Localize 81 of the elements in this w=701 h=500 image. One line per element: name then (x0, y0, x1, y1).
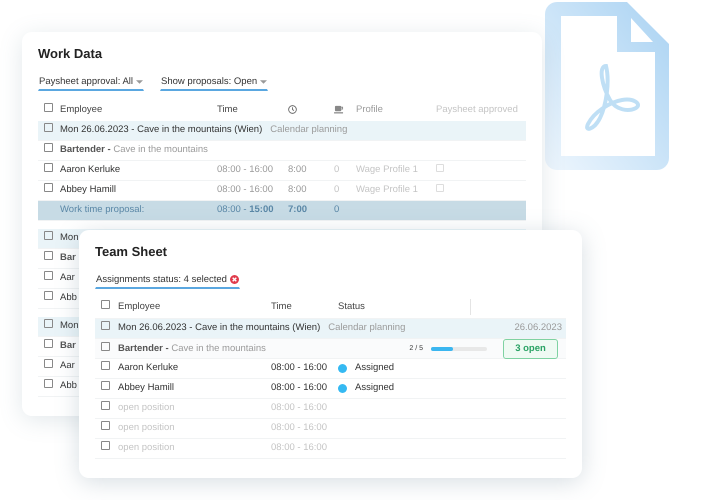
checkbox[interactable] (44, 102, 53, 112)
filter-dropdown[interactable]: Paysheet approval: All (38, 74, 144, 91)
group-heading: Mon 26.06.2023 - Cave in the mountains (Wien) (118, 321, 320, 336)
time-cell-text: 08:00 - 16:00 (271, 401, 328, 416)
column-header: Profile (356, 102, 384, 117)
clock-icon (288, 104, 297, 114)
checkbox[interactable] (44, 143, 53, 152)
group-heading: Mon (60, 320, 78, 332)
coffee-cup-icon (334, 104, 344, 114)
hours-cell-text: 8:00 (288, 163, 308, 178)
employee-name: Aar (60, 360, 75, 372)
checkbox[interactable] (101, 361, 110, 370)
pdf-file-icon (543, 0, 671, 172)
checkbox[interactable] (44, 231, 53, 240)
employee-name: Abb (60, 380, 77, 392)
employee-name: Abbey Hamill (60, 183, 117, 198)
role-heading: Bartender - Cave in the mountains (118, 342, 266, 356)
column-header: Status (338, 300, 366, 314)
status-label: Assigned (355, 381, 394, 396)
open-position-label: open position (118, 421, 176, 436)
checkbox[interactable] (44, 379, 53, 388)
time-cell-text: 08:00 - 16:00 (271, 441, 328, 456)
filter-dropdown[interactable]: Show proposals: Open (160, 74, 268, 91)
employee-name: Aaron Kerluke (60, 163, 122, 178)
planning-label: Calendar planning (328, 321, 406, 336)
hours-cell-text: 7:00 (288, 203, 308, 218)
checkbox[interactable] (44, 359, 53, 368)
time-cell-text: 08:00 - 16:00 (217, 163, 274, 178)
column-header: Time (217, 102, 239, 117)
time-cell-text: 08:00 - 16:00 (271, 381, 328, 396)
column-header: Employee (118, 300, 162, 314)
employee-name: Abb (60, 292, 77, 304)
column-header: Time (271, 300, 293, 314)
time-cell-text: 08:00 - 16:00 (271, 421, 328, 436)
checkbox[interactable] (101, 300, 110, 310)
checkbox[interactable] (101, 342, 110, 351)
checkbox[interactable] (44, 163, 53, 172)
checkbox[interactable] (101, 441, 110, 450)
filter-dropdown[interactable]: Assignments status: 4 selected (95, 272, 240, 289)
checkbox[interactable] (44, 271, 53, 280)
open-position-label: open position (118, 441, 176, 456)
role-heading: Bar (60, 252, 76, 264)
checkbox[interactable] (101, 321, 110, 330)
group-heading: Mon (60, 232, 78, 244)
checkbox[interactable] (44, 339, 53, 348)
profile-cell-text: Wage Profile 1 (356, 163, 419, 178)
panel-title: Work Data (38, 45, 104, 63)
employee-name: Aar (60, 272, 75, 284)
profile-cell-text: Wage Profile 1 (356, 183, 419, 198)
role-heading: Bar (60, 340, 76, 352)
breaks-cell-text: 0 (334, 203, 340, 218)
checkbox[interactable] (44, 183, 53, 192)
checkbox[interactable] (44, 291, 53, 300)
checkbox[interactable] (101, 401, 110, 410)
time-cell-text: 08:00 - 16:00 (217, 183, 274, 198)
employee-name: Abbey Hamill (118, 381, 175, 396)
checkbox[interactable] (44, 251, 53, 260)
employee-name: Aaron Kerluke (118, 361, 180, 376)
group-heading: Mon 26.06.2023 - Cave in the mountains (Wien) (60, 123, 262, 138)
open-badge: 3 open (503, 338, 558, 359)
breaks-cell-text: 0 (334, 163, 340, 178)
panel-title: Team Sheet (95, 243, 168, 261)
caret-icon (136, 80, 144, 84)
role-heading: Bartender - Cave in the mountains (60, 144, 208, 156)
planning-label: Calendar planning (270, 123, 348, 138)
proposal-label: Work time proposal: (60, 203, 146, 218)
time-cell-text: 08:00 - 15:00 (217, 203, 275, 218)
column-header: Paysheet approved (436, 102, 519, 117)
checkbox[interactable] (44, 319, 53, 328)
column-header: Employee (60, 102, 104, 117)
open-position-label: open position (118, 401, 176, 416)
breaks-cell-text: 0 (334, 183, 340, 198)
checkbox[interactable] (101, 421, 110, 430)
status-label: Assigned (355, 361, 394, 376)
checkbox[interactable] (44, 123, 53, 132)
hours-cell-text: 8:00 (288, 183, 308, 198)
caret-icon (260, 80, 268, 84)
checkbox[interactable] (101, 381, 110, 390)
date-label: 26.06.2023 (514, 321, 563, 336)
clear-icon (230, 275, 239, 284)
time-cell-text: 08:00 - 16:00 (271, 361, 328, 376)
